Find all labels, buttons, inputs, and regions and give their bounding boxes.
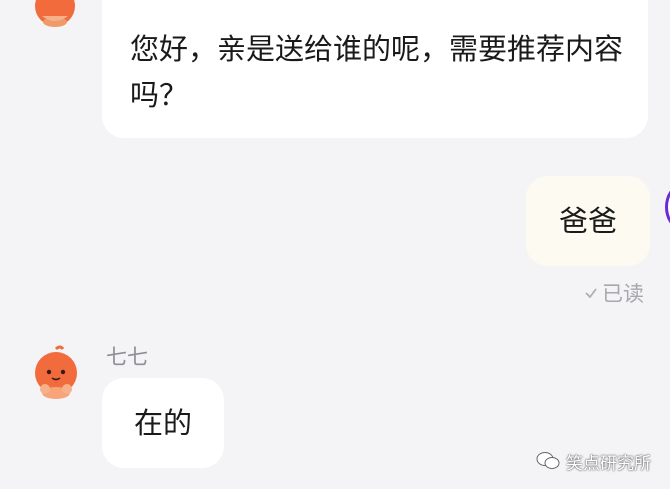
agent-avatar[interactable] [30, 0, 80, 28]
read-status-text: 已读 [602, 282, 644, 306]
message-bubble: 您好，亲是送给谁的呢，需要推荐内容吗？ [102, 0, 648, 138]
check-icon [585, 288, 597, 299]
message-text: 您好，亲是送给谁的呢，需要推荐内容吗？ [130, 32, 624, 112]
message-bubble-mine: 爸爸 [526, 176, 650, 266]
user-avatar[interactable] [665, 185, 670, 229]
agent-avatar[interactable] [30, 345, 82, 401]
watermark: 笑点研究所 [536, 448, 651, 474]
wechat-logo-icon [536, 452, 560, 469]
message-text: 在的 [133, 406, 192, 440]
orange-mascot-icon [35, 0, 75, 27]
orange-mascot-icon [35, 345, 77, 399]
message-bubble: 在的 [102, 378, 224, 468]
sender-name: 七七 [106, 345, 148, 369]
message-text: 爸爸 [558, 204, 617, 238]
watermark-text: 笑点研究所 [566, 453, 651, 474]
read-status: 已读 [584, 278, 644, 308]
